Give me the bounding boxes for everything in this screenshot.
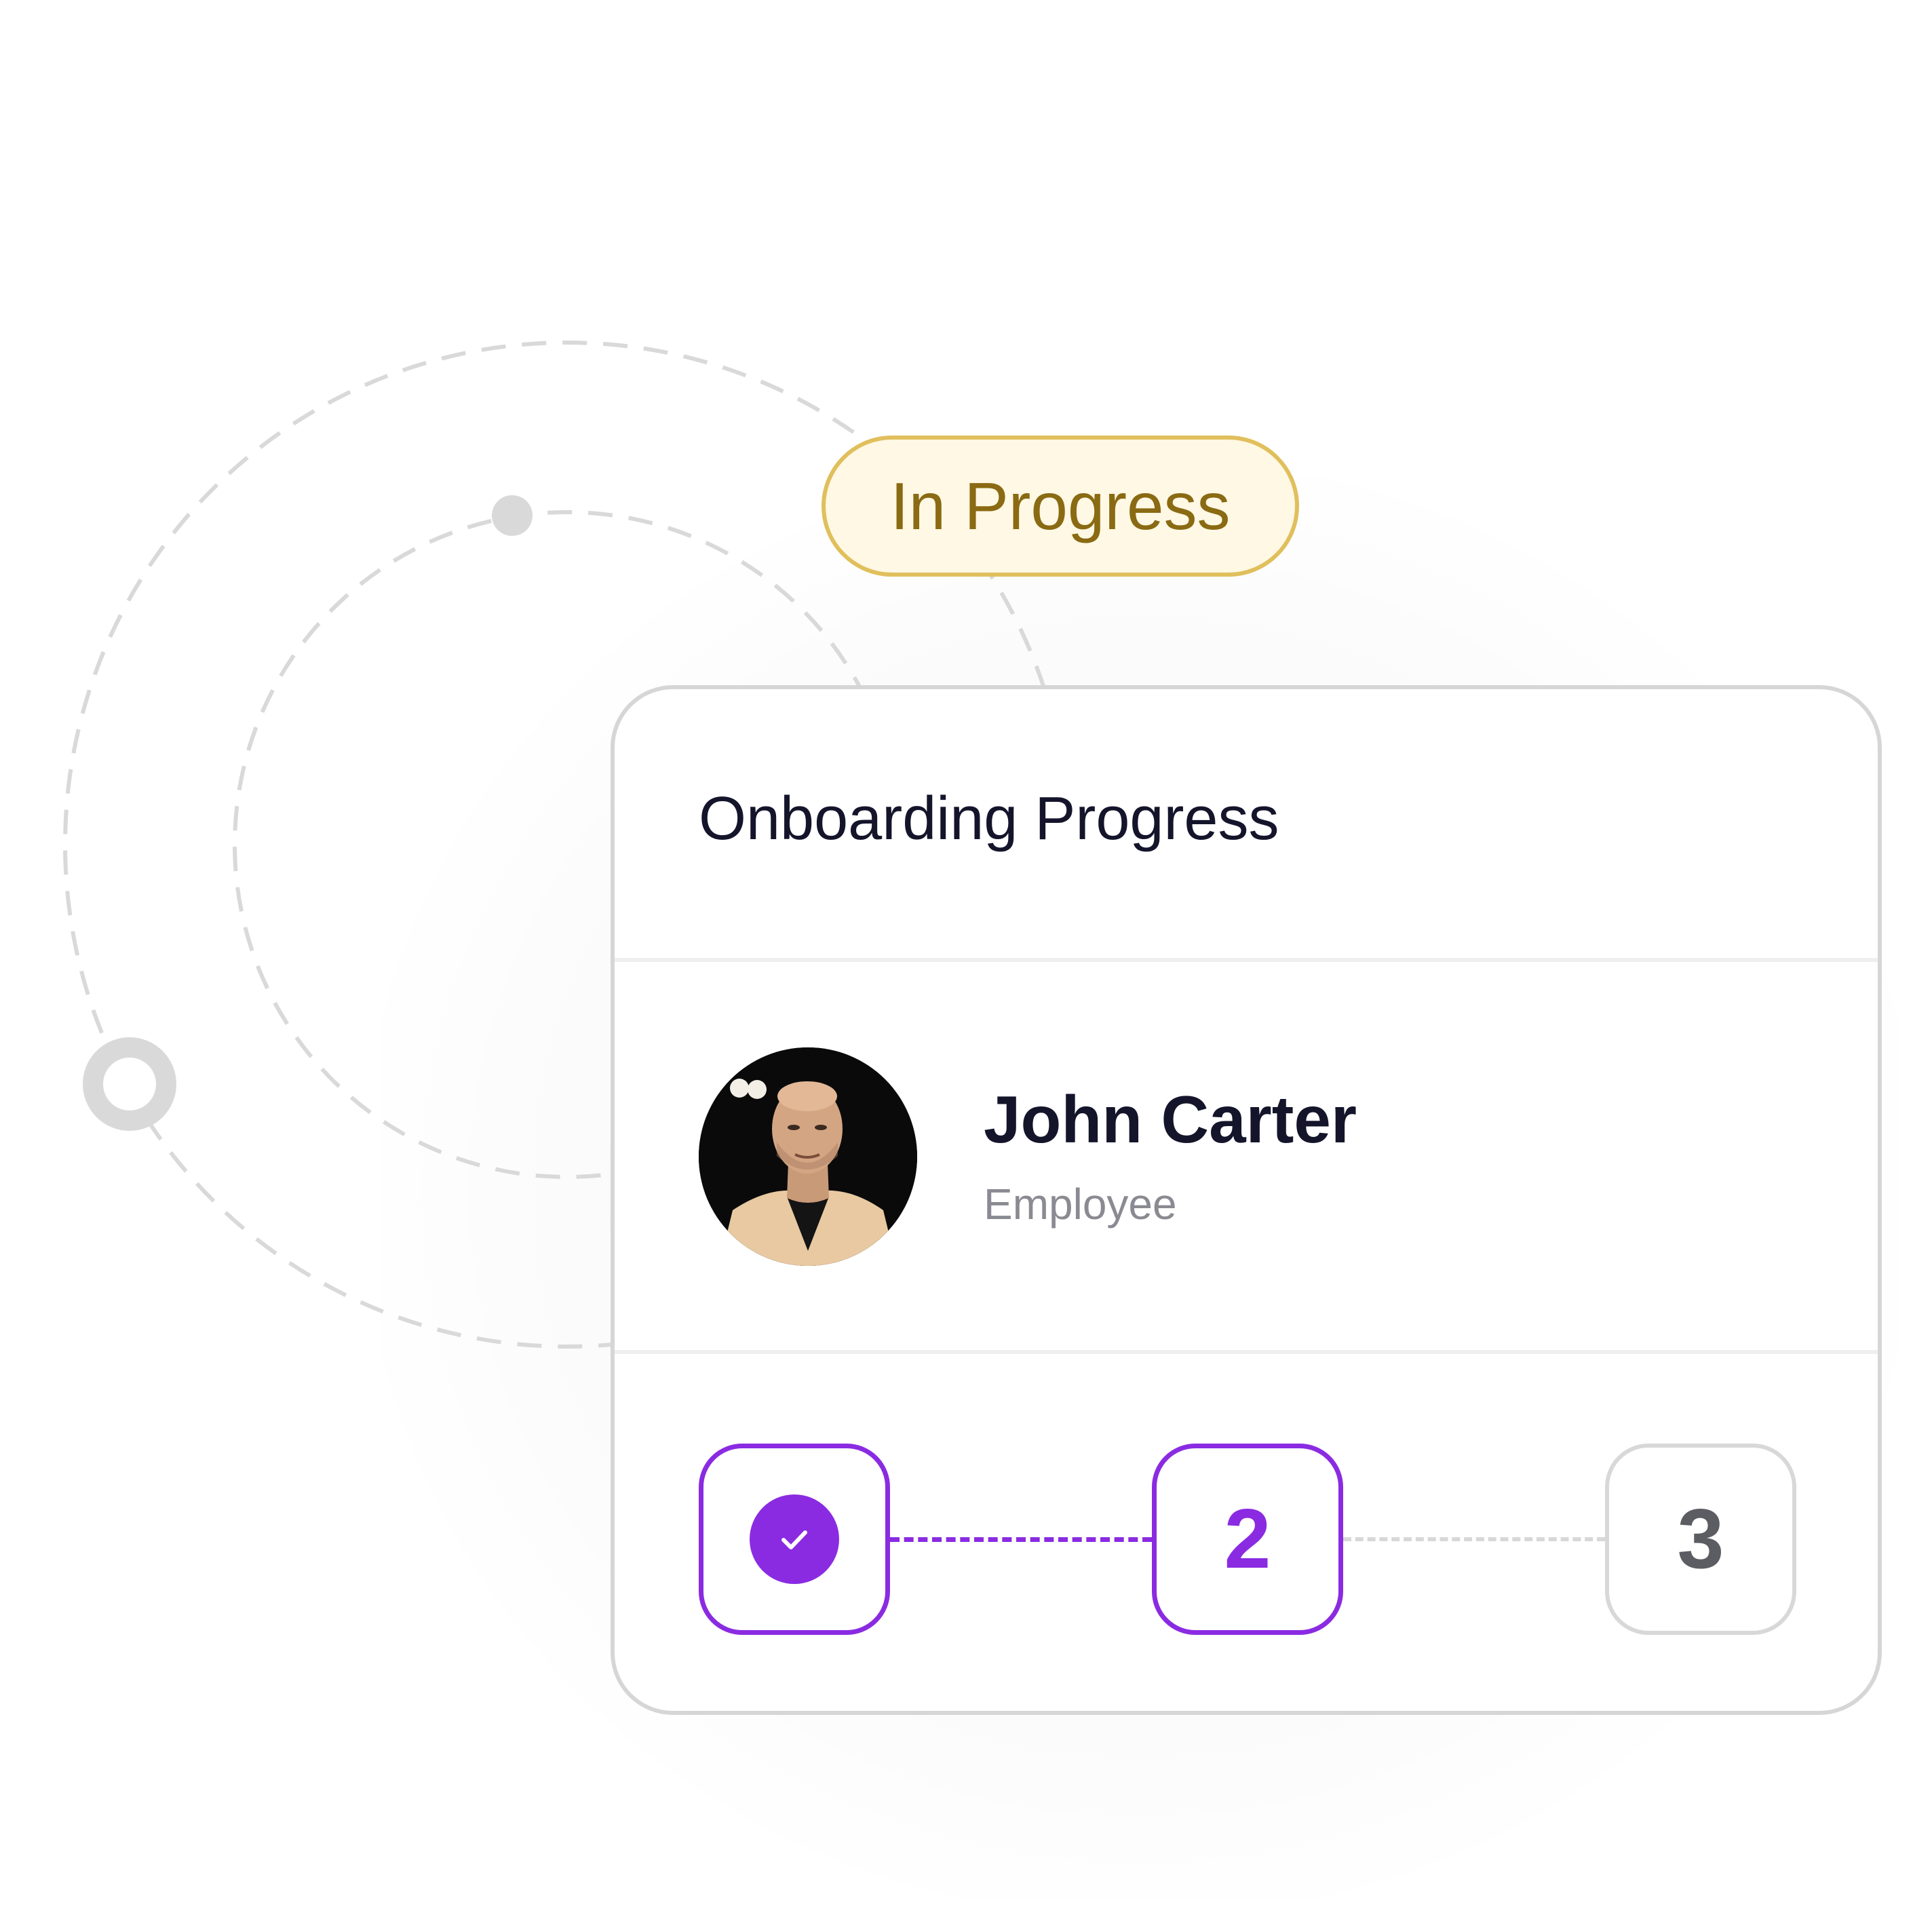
step-number: 2 (1224, 1492, 1271, 1586)
orbit-ring-node (83, 1037, 176, 1131)
status-badge: In Progress (822, 436, 1299, 577)
step-2-current[interactable]: 2 (1152, 1444, 1343, 1635)
step-connector-upcoming (1343, 1537, 1605, 1541)
status-badge-label: In Progress (890, 468, 1231, 543)
employee-name: John Carter (984, 1082, 1357, 1157)
divider (615, 1350, 1878, 1354)
step-3-upcoming[interactable]: 3 (1605, 1444, 1796, 1635)
avatar (699, 1047, 917, 1266)
step-connector-completed (890, 1537, 1152, 1542)
step-number: 3 (1677, 1492, 1724, 1586)
card-title: Onboarding Progress (699, 785, 1279, 853)
check-icon (750, 1494, 839, 1584)
divider (615, 958, 1878, 962)
onboarding-card: Onboarding Progress John Carter Employee… (611, 685, 1882, 1715)
background-canvas: In Progress Onboarding Progress John Car… (0, 0, 1932, 1932)
orbit-dot (492, 495, 533, 536)
employee-role: Employee (984, 1180, 1177, 1229)
step-1-completed[interactable] (699, 1444, 890, 1635)
employee-photo (699, 1047, 917, 1266)
